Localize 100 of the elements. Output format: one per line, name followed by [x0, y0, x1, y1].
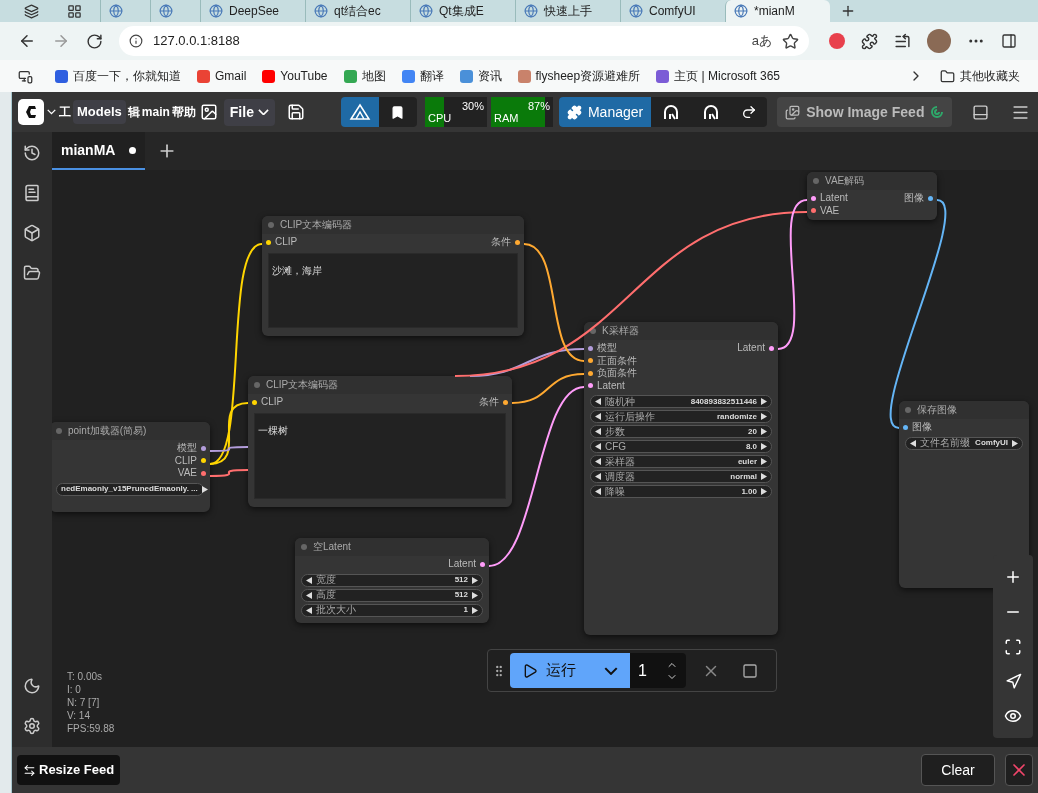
widget-field[interactable]: 运行后操作 randomize — [590, 410, 772, 423]
menu-item[interactable]: 帮助 — [171, 103, 196, 121]
input-slot-icon[interactable] — [588, 345, 593, 351]
right-arrow-icon[interactable] — [761, 488, 767, 495]
bookmark-link[interactable]: 百度一下，你就知道 — [55, 67, 181, 85]
right-arrow-icon[interactable] — [761, 473, 767, 480]
right-arrow-icon[interactable] — [761, 458, 767, 465]
input-slot-icon[interactable] — [252, 399, 257, 405]
left-arrow-icon[interactable] — [595, 413, 601, 420]
widget-field[interactable]: 高度 512 — [301, 588, 483, 602]
bookmark-link[interactable]: 翻译 — [401, 67, 444, 85]
left-arrow-icon[interactable] — [595, 398, 601, 405]
node-library-button[interactable] — [340, 97, 379, 127]
read-aloud-button[interactable]: aあ — [751, 31, 772, 51]
widget-field[interactable]: 随机种 840893832511446 — [590, 395, 772, 408]
widget-field[interactable]: 调度器 normal — [590, 470, 772, 483]
save-icon[interactable] — [286, 103, 305, 121]
right-arrow-icon[interactable] — [761, 428, 767, 435]
left-arrow-icon[interactable] — [595, 458, 601, 465]
right-arrow-icon[interactable] — [201, 485, 208, 493]
sidebar-icon[interactable] — [1001, 33, 1017, 49]
bookmark-link[interactable]: Gmail — [197, 67, 247, 85]
reload-icon[interactable] — [86, 32, 103, 50]
new-tab-icon[interactable] — [840, 3, 856, 19]
bookmark-link[interactable]: 地图 — [343, 67, 386, 85]
workflow-tab[interactable]: mianMA — [52, 132, 145, 170]
input-slot-icon[interactable] — [588, 370, 593, 376]
moon-icon[interactable] — [23, 677, 41, 695]
right-arrow-icon[interactable] — [761, 413, 767, 420]
input-slot-icon[interactable] — [266, 239, 271, 245]
left-arrow-icon[interactable] — [595, 473, 601, 480]
input-slot-icon[interactable] — [588, 383, 593, 389]
input-slot-icon[interactable] — [588, 358, 593, 364]
bookmark-link[interactable]: flysheep资源避难所 — [517, 67, 641, 85]
workspaces-icon[interactable] — [24, 3, 39, 19]
right-arrow-icon[interactable] — [761, 398, 767, 405]
widget-field[interactable]: 降噪 1.00 — [590, 485, 772, 498]
menu-item[interactable]: 辑 — [127, 103, 140, 121]
output-slot-icon[interactable] — [201, 445, 206, 451]
bookmark-link[interactable]: 资讯 — [459, 67, 502, 85]
widget-field[interactable]: 采样器 euler — [590, 455, 772, 468]
menu-item[interactable]: main — [141, 103, 170, 121]
bookmark-folder[interactable]: 其他收藏夹 — [940, 67, 1020, 85]
resize-feed-button[interactable]: Resize Feed — [17, 755, 121, 785]
manager-button[interactable]: Manager — [558, 97, 652, 127]
input-slot-icon[interactable] — [811, 195, 816, 201]
navigate-icon[interactable] — [1004, 673, 1022, 691]
profile-avatar[interactable] — [927, 29, 951, 53]
widget-field[interactable]: 文件名前缀 ComfyUI — [905, 436, 1023, 450]
widget-field[interactable]: CFG 8.0 — [590, 440, 772, 453]
input-slot-icon[interactable] — [903, 424, 908, 430]
back-icon[interactable] — [18, 32, 36, 50]
book-icon[interactable] — [23, 184, 41, 202]
output-slot-icon[interactable] — [201, 470, 206, 476]
widget-field[interactable]: 步数 20 — [590, 425, 772, 438]
stop-icon[interactable] — [742, 662, 758, 679]
output-slot-icon[interactable] — [928, 195, 933, 201]
address-field[interactable]: 127.0.0.1:8188 aあ — [119, 26, 809, 56]
output-slot-icon[interactable] — [201, 458, 206, 464]
widget-field[interactable]: 批次大小 1 — [301, 603, 483, 617]
prompt-textarea[interactable]: 沙滩，海岸 — [268, 252, 518, 328]
extension-icon[interactable] — [829, 33, 845, 49]
caret-icon[interactable] — [47, 109, 56, 115]
output-slot-icon[interactable] — [769, 345, 774, 351]
left-arrow-icon[interactable] — [595, 428, 601, 435]
extensions-icon[interactable] — [861, 32, 878, 50]
bookmark-link[interactable]: 主页 | Microsoft 365 — [656, 67, 781, 85]
output-slot-icon[interactable] — [480, 561, 485, 567]
history-icon[interactable] — [23, 144, 41, 162]
show-image-feed-button[interactable]: Show Image Feed — [777, 97, 953, 127]
favorite-star-icon[interactable] — [782, 32, 799, 50]
bottom-panel-icon[interactable] — [972, 103, 990, 121]
logo-icon[interactable] — [18, 99, 44, 125]
favorites-icon[interactable] — [894, 32, 911, 50]
right-arrow-icon[interactable] — [761, 443, 767, 450]
image-icon[interactable] — [199, 103, 218, 121]
input-slot-icon[interactable] — [811, 208, 816, 214]
prompt-textarea[interactable]: 一棵树 — [254, 412, 506, 499]
left-arrow-icon[interactable] — [910, 439, 916, 447]
clear-button[interactable]: Clear — [921, 754, 995, 786]
close-button[interactable] — [1005, 754, 1033, 786]
settings-icon[interactable] — [23, 717, 41, 735]
folder-open-icon[interactable] — [23, 264, 41, 282]
cube-icon[interactable] — [23, 224, 41, 242]
fit-view-icon[interactable] — [1004, 637, 1022, 656]
widget-field[interactable]: 宽度 512 — [301, 573, 483, 587]
output-slot-icon[interactable] — [503, 399, 508, 405]
right-arrow-icon[interactable] — [1012, 439, 1018, 447]
left-arrow-icon[interactable] — [595, 488, 601, 495]
bookmark-link[interactable]: YouTube — [262, 67, 328, 85]
left-arrow-icon[interactable] — [595, 443, 601, 450]
tab-actions-icon[interactable] — [67, 3, 82, 19]
bookmark-button[interactable] — [378, 97, 417, 127]
run-button[interactable]: 运行 — [510, 653, 630, 688]
batch-count-field[interactable]: 1 — [630, 653, 686, 688]
browser-tab[interactable]: *mianM — [725, 0, 830, 22]
menu-item[interactable]: 工 — [59, 103, 71, 121]
collections-icon[interactable] — [18, 68, 33, 84]
output-slot-icon[interactable] — [515, 239, 520, 245]
file-menu-button[interactable]: File — [223, 98, 275, 126]
